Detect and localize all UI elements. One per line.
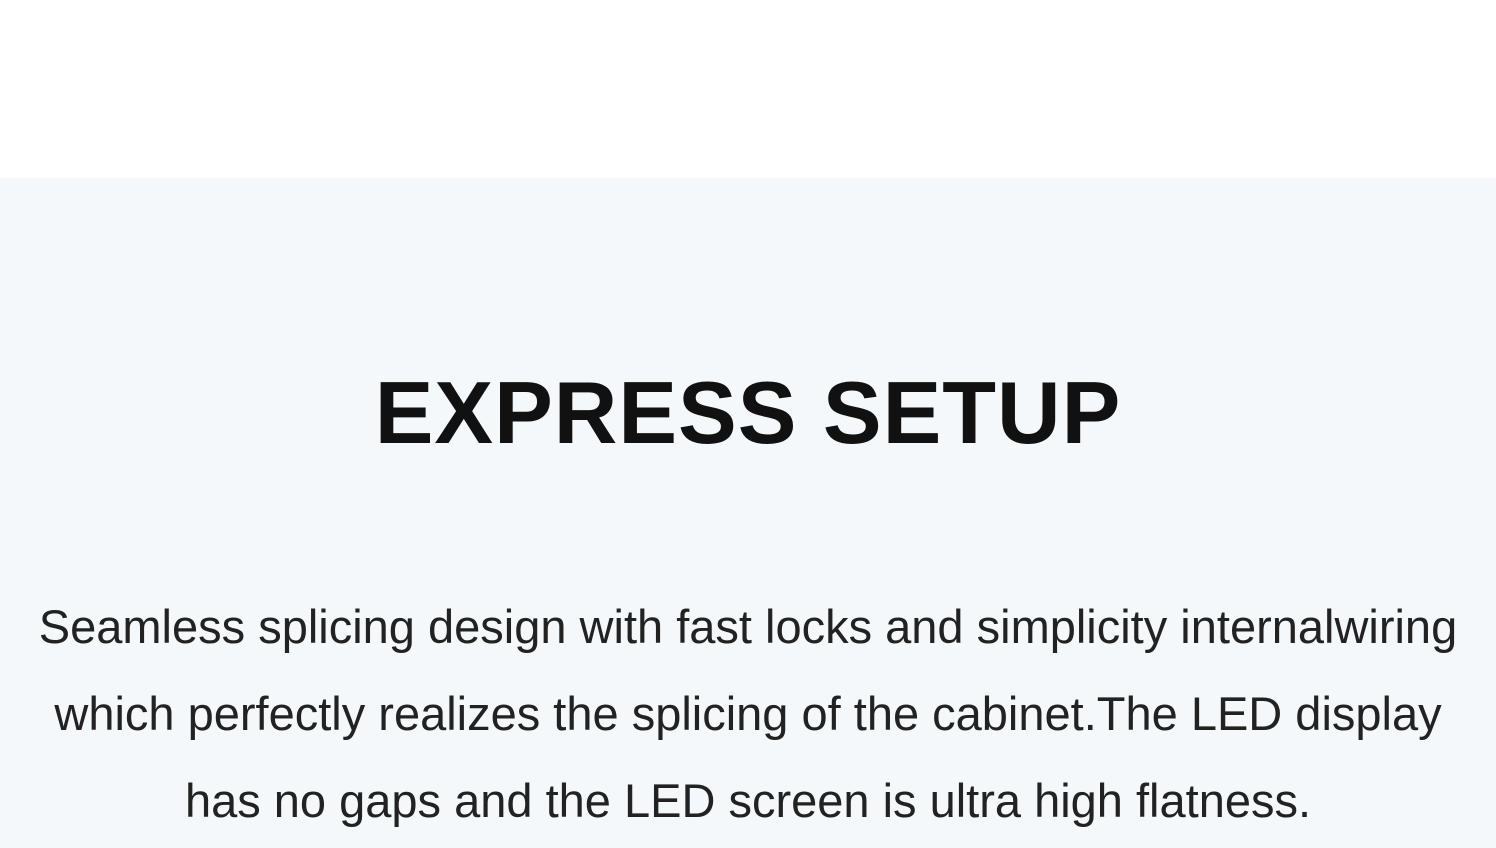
express-setup-section: EXPRESS SETUP Seamless splicing design w… xyxy=(0,178,1496,848)
page: EXPRESS SETUP Seamless splicing design w… xyxy=(0,0,1496,848)
section-title: EXPRESS SETUP xyxy=(374,363,1122,462)
description-line-3: has no gaps and the LED screen is ultra … xyxy=(184,774,1312,827)
description-line-2: which perfectly realizes the splicing of… xyxy=(54,687,1442,740)
top-blank-band xyxy=(0,0,1496,178)
description-line-1: Seamless splicing design with fast locks… xyxy=(38,600,1458,653)
section-description: Seamless splicing design with fast locks… xyxy=(0,583,1496,844)
